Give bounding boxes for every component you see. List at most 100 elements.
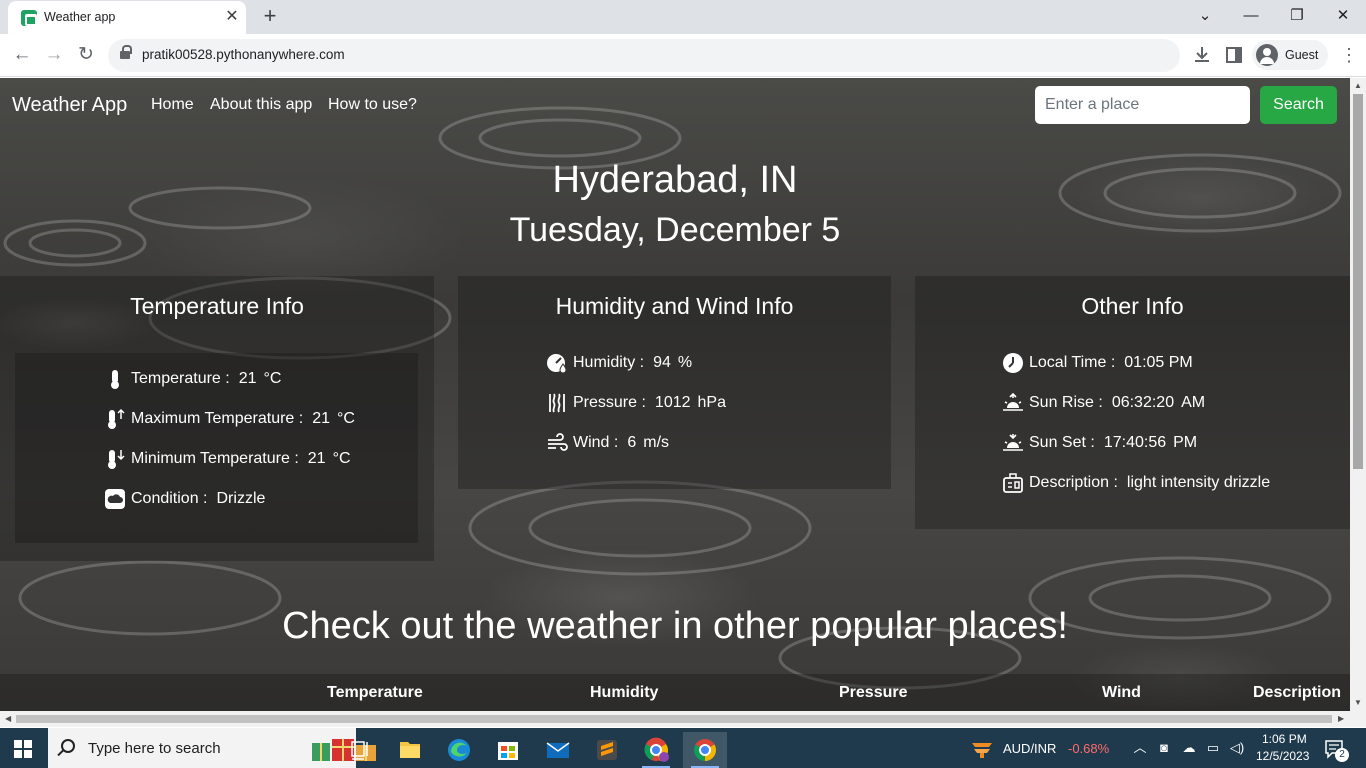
row-label: Maximum Temperature : xyxy=(131,410,304,427)
row-label: Condition : xyxy=(131,490,208,507)
restore-icon[interactable]: ❐ xyxy=(1282,4,1312,28)
chevron-up-icon[interactable]: ︿ xyxy=(1132,740,1148,756)
people-icon[interactable]: ◙ xyxy=(1156,740,1172,756)
column-header: Wind xyxy=(1102,684,1141,701)
edge-browser-icon[interactable] xyxy=(437,732,481,768)
column-header: Pressure xyxy=(839,684,908,701)
network-icon[interactable]: ▭ xyxy=(1205,740,1221,756)
row-unit: °C xyxy=(332,450,351,467)
lock-icon[interactable] xyxy=(120,45,132,61)
file-explorer-icon[interactable] xyxy=(388,732,432,768)
search-button[interactable]: Search xyxy=(1260,86,1337,124)
clock-time[interactable]: 1:06 PM xyxy=(1262,732,1307,746)
nav-link-about[interactable]: About this app xyxy=(210,96,312,114)
row-label: Description : xyxy=(1029,474,1118,491)
profile-name: Guest xyxy=(1285,48,1319,62)
ticker-symbol[interactable]: AUD/INR xyxy=(1003,741,1056,756)
temperature-row: Temperature : 21 °C xyxy=(104,367,281,391)
side-panel-icon[interactable] xyxy=(1223,44,1245,66)
vertical-scroll-thumb[interactable] xyxy=(1353,94,1363,469)
card-title: Temperature Info xyxy=(130,293,304,319)
sunset-row: Sun Set : 17:40:56 PM xyxy=(1002,431,1197,455)
tab-title: Weather app xyxy=(44,10,116,24)
menu-kebab-icon[interactable]: ⋮ xyxy=(1340,44,1358,66)
local-time-row: Local Time : 01:05 PM xyxy=(1002,351,1193,375)
row-value: 6 xyxy=(627,434,637,451)
vertical-scrollbar[interactable]: ▲ ▼ xyxy=(1350,78,1366,711)
temperature-card: Temperature Info Temperature : 21 °C Max… xyxy=(0,276,434,561)
scroll-down-icon[interactable]: ▼ xyxy=(1354,698,1362,707)
row-value: 1012 xyxy=(654,394,691,411)
other-info-card: Other Info Local Time : 01:05 PM Sun Ris… xyxy=(915,276,1350,529)
back-icon[interactable]: ← xyxy=(10,43,34,67)
scroll-right-icon[interactable]: ▶ xyxy=(1338,714,1344,723)
microsoft-store-icon[interactable] xyxy=(486,732,530,768)
horizontal-scrollbar[interactable]: ◀ ▶ xyxy=(0,711,1366,727)
task-view-icon[interactable] xyxy=(338,732,382,768)
humidity-row: Humidity : 94 % xyxy=(546,351,692,375)
search-icon xyxy=(61,739,75,753)
max-temperature-row: Maximum Temperature : 21 °C xyxy=(104,407,355,431)
condition-row: Condition : Drizzle xyxy=(104,487,265,511)
column-header: Humidity xyxy=(590,684,659,701)
row-unit: % xyxy=(677,354,693,371)
chrome-profile-icon[interactable] xyxy=(634,732,678,768)
forward-icon[interactable]: → xyxy=(42,43,66,67)
new-tab-button[interactable]: + xyxy=(258,4,282,28)
profile-button[interactable]: Guest xyxy=(1252,40,1328,70)
thermometer-icon xyxy=(104,368,126,390)
row-unit: PM xyxy=(1173,434,1198,451)
volume-icon[interactable]: ◁) xyxy=(1229,740,1245,756)
windows-start-icon[interactable] xyxy=(14,740,32,758)
row-unit: °C xyxy=(337,410,355,427)
card-title: Humidity and Wind Info xyxy=(555,293,794,319)
sublime-text-icon[interactable] xyxy=(585,732,629,768)
minimize-icon[interactable]: — xyxy=(1236,4,1266,28)
row-label: Sun Rise : xyxy=(1029,394,1103,411)
card-title: Other Info xyxy=(1081,293,1184,319)
ticker-change[interactable]: -0.68% xyxy=(1068,741,1109,756)
sunset-icon xyxy=(1002,432,1024,454)
mail-icon[interactable] xyxy=(536,732,580,768)
scroll-left-icon[interactable]: ◀ xyxy=(5,714,11,723)
row-label: Minimum Temperature : xyxy=(131,450,299,467)
scroll-up-icon[interactable]: ▲ xyxy=(1354,81,1362,90)
brand-logo[interactable]: Weather App xyxy=(12,94,127,117)
clock-icon xyxy=(1002,352,1024,374)
row-label: Pressure : xyxy=(573,394,646,411)
chrome-active-icon[interactable] xyxy=(683,732,727,768)
clock-date[interactable]: 12/5/2023 xyxy=(1256,749,1309,763)
popular-places-title: Check out the weather in other popular p… xyxy=(282,605,1068,647)
city-title: Hyderabad, IN xyxy=(552,159,798,201)
nav-link-how-to-use[interactable]: How to use? xyxy=(328,96,417,114)
close-tab-icon[interactable]: ✕ xyxy=(222,7,242,27)
place-search-input[interactable] xyxy=(1035,86,1250,124)
row-value: light intensity drizzle xyxy=(1126,474,1271,491)
thermometer-up-icon xyxy=(104,408,126,430)
humidity-wind-card: Humidity and Wind Info Humidity : 94 % P… xyxy=(458,276,891,489)
notification-count-badge: 2 xyxy=(1335,748,1349,762)
horizontal-scroll-thumb[interactable] xyxy=(16,715,1332,723)
browser-tab[interactable]: Weather app ✕ xyxy=(8,1,246,34)
cloud-icon xyxy=(104,488,126,510)
url-text[interactable]: pratik00528.pythonanywhere.com xyxy=(142,47,345,62)
nav-link-home[interactable]: Home xyxy=(151,96,194,114)
row-label: Local Time : xyxy=(1029,354,1116,371)
taskbar-search-placeholder: Type here to search xyxy=(88,740,221,757)
tab-search-icon[interactable]: ⌄ xyxy=(1190,4,1220,28)
download-icon[interactable] xyxy=(1191,44,1213,66)
row-unit: °C xyxy=(263,370,282,387)
row-value: 17:40:56 xyxy=(1103,434,1167,451)
row-label: Sun Set : xyxy=(1029,434,1095,451)
description-icon xyxy=(1002,472,1024,494)
reload-icon[interactable]: ↻ xyxy=(74,43,98,67)
row-value: 21 xyxy=(307,450,326,467)
row-value: 94 xyxy=(653,354,671,371)
onedrive-cloud-icon[interactable]: ☁ xyxy=(1181,740,1197,756)
taskbar-search-box[interactable]: Type here to search xyxy=(48,728,376,768)
stock-ticker-icon[interactable] xyxy=(970,737,994,759)
description-row: Description : light intensity drizzle xyxy=(1002,471,1270,495)
sunrise-icon xyxy=(1002,392,1024,414)
address-bar[interactable]: pratik00528.pythonanywhere.com xyxy=(108,39,1180,72)
close-window-icon[interactable]: ✕ xyxy=(1328,4,1358,28)
